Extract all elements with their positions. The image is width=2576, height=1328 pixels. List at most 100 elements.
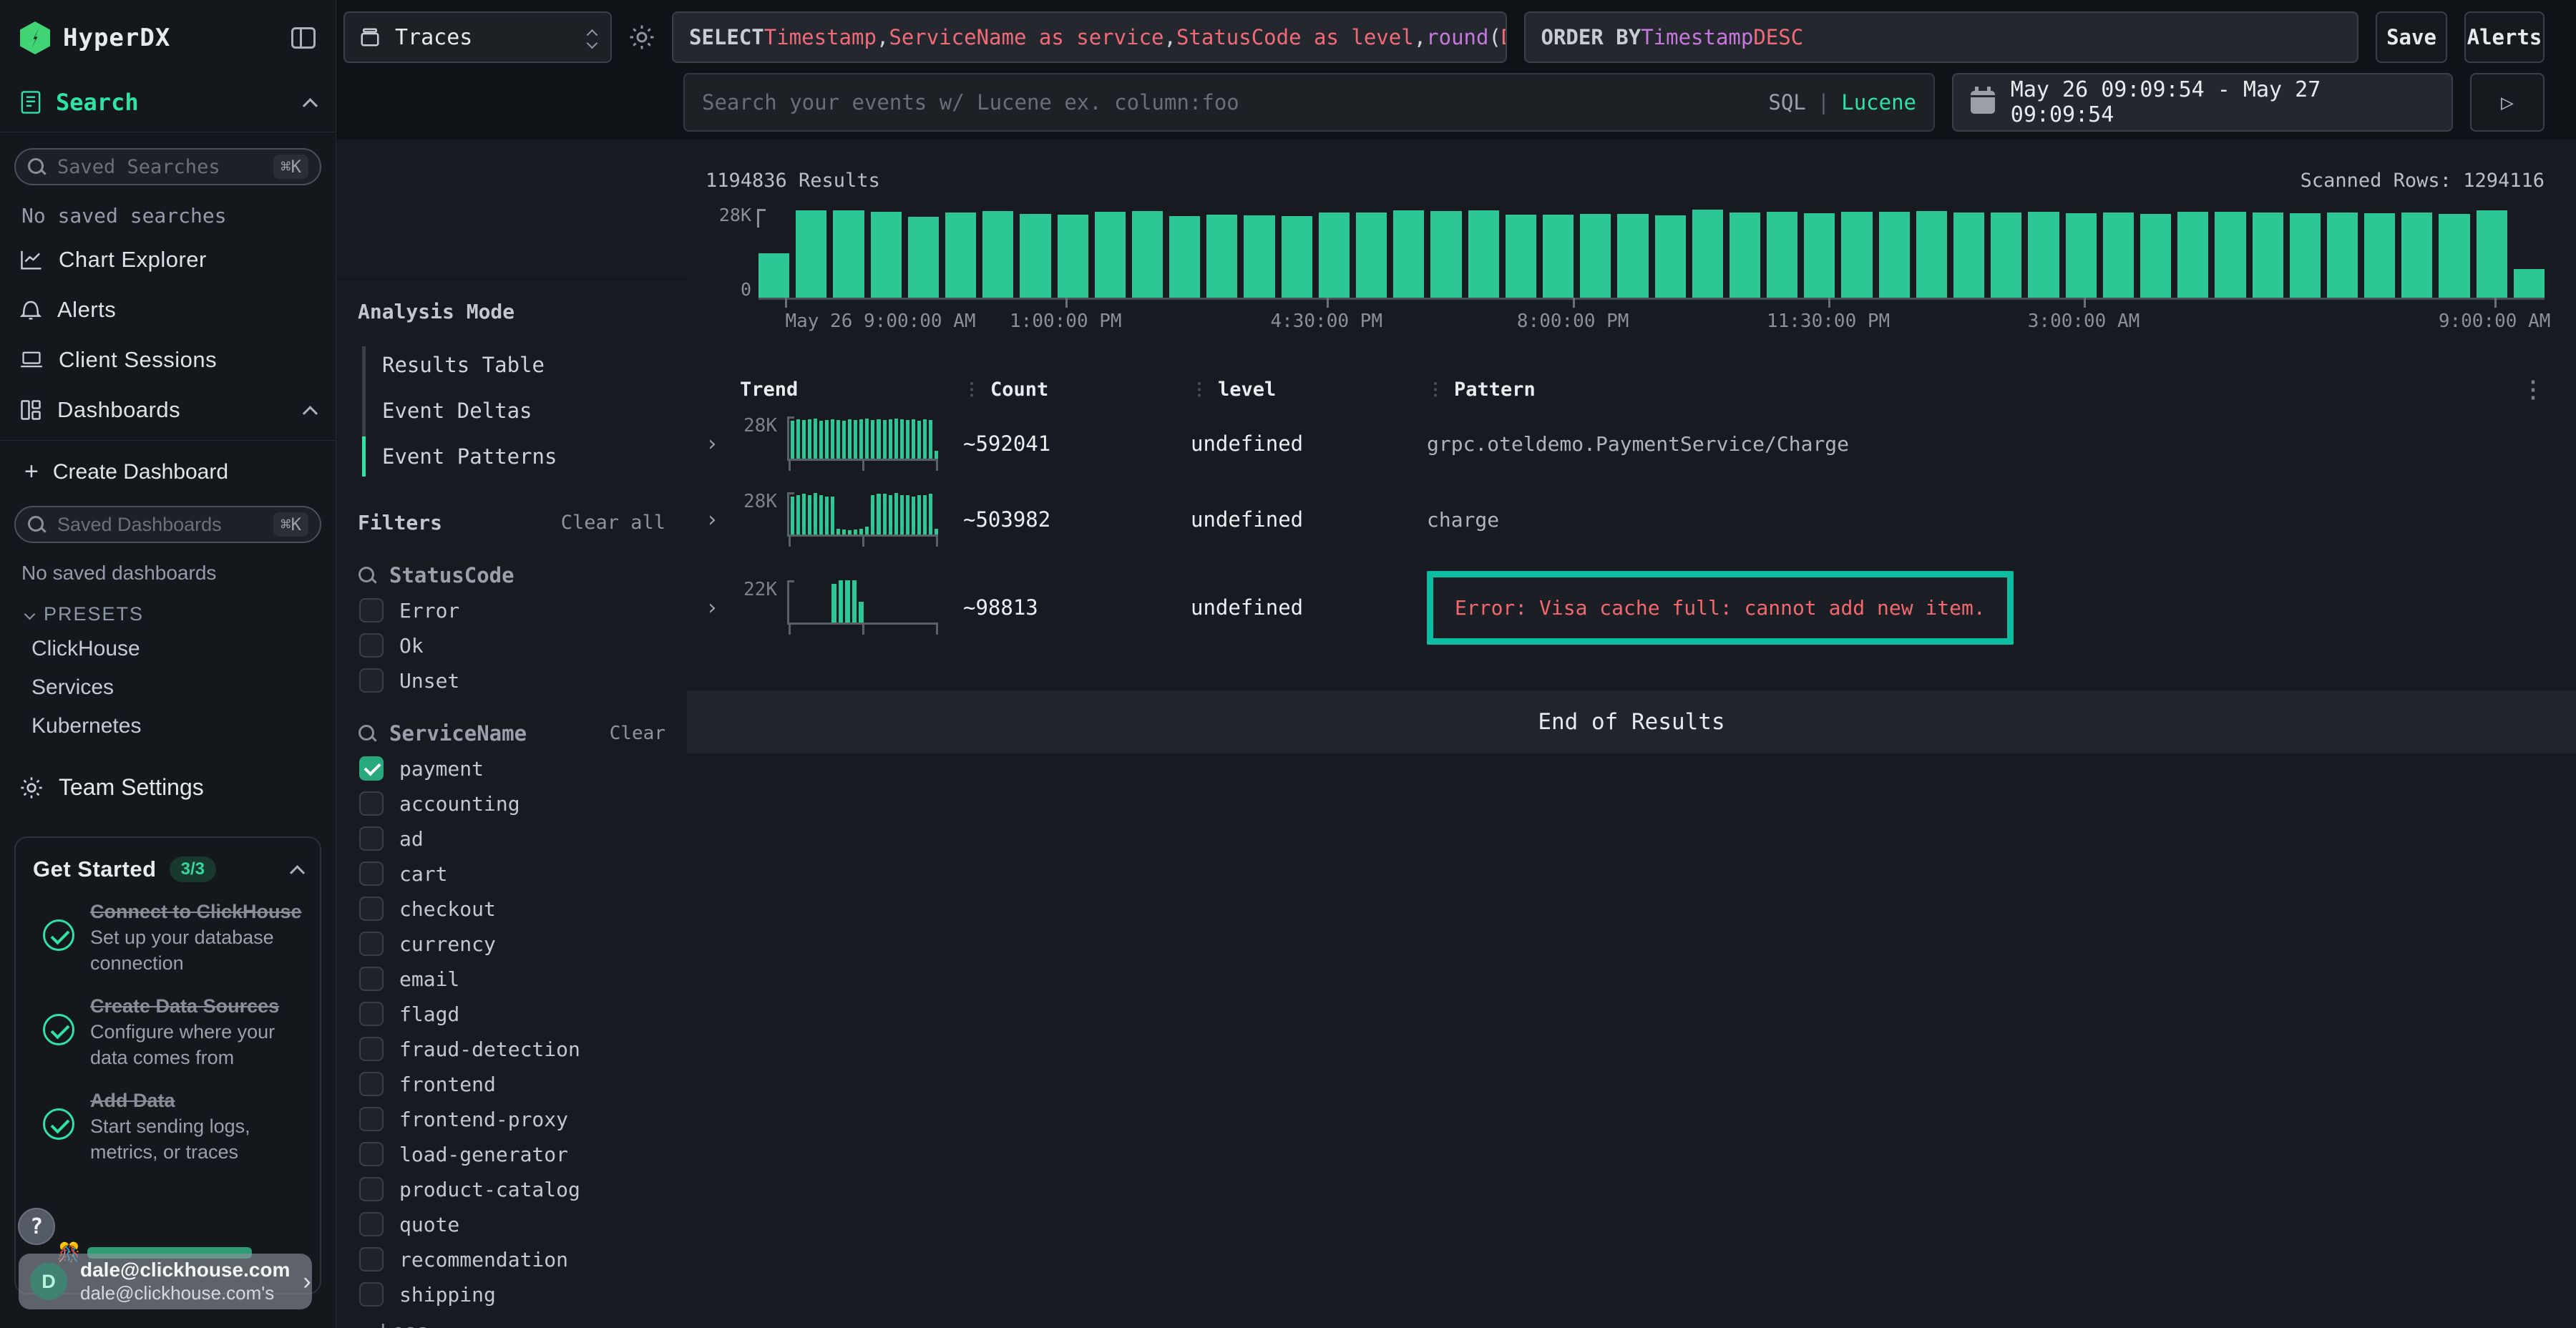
histogram-bar[interactable] <box>1655 215 1686 298</box>
histogram-bar[interactable] <box>1879 212 1910 298</box>
histogram-bar[interactable] <box>1430 211 1461 298</box>
filter-option-recommendation[interactable]: recommendation <box>358 1247 665 1271</box>
saved-dashboards-input[interactable]: Saved Dashboards ⌘K <box>14 506 321 543</box>
histogram-bar[interactable] <box>1132 211 1163 298</box>
order-by-input[interactable]: ORDER BY Timestamp DESC <box>1524 11 2359 63</box>
sidebar-item-alerts[interactable]: Alerts <box>0 285 336 335</box>
histogram-bar[interactable] <box>1058 215 1088 298</box>
histogram-bar[interactable] <box>1282 216 1312 298</box>
unchecked-checkbox[interactable] <box>359 1037 384 1061</box>
filter-option-product-catalog[interactable]: product-catalog <box>358 1177 665 1201</box>
highlighted-pattern-box[interactable]: Error: Visa cache full: cannot add new i… <box>1427 571 2014 645</box>
sidebar-item-dashboards[interactable]: Dashboards <box>0 385 336 441</box>
create-dashboard-button[interactable]: + Create Dashboard <box>0 441 336 490</box>
histogram-bar[interactable] <box>871 212 902 298</box>
sidebar-item-chart-explorer[interactable]: Chart Explorer <box>0 235 336 285</box>
filter-option-frontend[interactable]: frontend <box>358 1072 665 1096</box>
histogram-bar[interactable] <box>1580 214 1611 298</box>
histogram-bar[interactable] <box>945 213 976 298</box>
column-handle-icon[interactable]: ⋮ <box>1427 381 1444 398</box>
filter-option-flagd[interactable]: flagd <box>358 1002 665 1026</box>
expand-row-chevron-icon[interactable]: › <box>706 431 740 456</box>
presets-toggle[interactable]: PRESETS <box>0 592 336 630</box>
saved-searches-input[interactable]: Saved Searches ⌘K <box>14 148 321 185</box>
sidebar-item-client-sessions[interactable]: Client Sessions <box>0 335 336 385</box>
filter-option-ad[interactable]: ad <box>358 826 665 851</box>
histogram-bar[interactable] <box>758 253 789 298</box>
filter-option-load-generator[interactable]: load-generator <box>358 1142 665 1166</box>
source-settings-gear-icon[interactable] <box>629 24 655 50</box>
run-query-button[interactable]: ▷ <box>2470 73 2545 132</box>
histogram-bar[interactable] <box>1095 212 1126 298</box>
histogram-bar[interactable] <box>1841 212 1872 298</box>
histogram-bar[interactable] <box>1729 213 1760 298</box>
histogram-bar[interactable] <box>2364 213 2395 298</box>
checked-checkbox[interactable] <box>359 756 384 781</box>
histogram-bar[interactable] <box>982 211 1013 298</box>
histogram-bar[interactable] <box>1319 213 1350 298</box>
histogram-bar[interactable] <box>2477 210 2507 298</box>
filter-option-email[interactable]: email <box>358 967 665 991</box>
histogram-bar[interactable] <box>1169 216 1200 298</box>
filter-option-error[interactable]: Error <box>358 598 665 622</box>
unchecked-checkbox[interactable] <box>359 1247 384 1271</box>
sidebar-collapse-icon[interactable] <box>291 27 316 49</box>
histogram-bar[interactable] <box>1206 215 1237 298</box>
histogram-bar[interactable] <box>833 210 864 298</box>
analysis-mode-results-table[interactable]: Results Table <box>382 342 665 388</box>
alerts-button[interactable]: Alerts <box>2464 11 2545 63</box>
histogram-bar[interactable] <box>2514 269 2545 298</box>
unchecked-checkbox[interactable] <box>359 826 384 851</box>
unchecked-checkbox[interactable] <box>359 861 384 886</box>
histogram-bar[interactable] <box>1244 215 1274 298</box>
pattern-row[interactable]: ›28K~503982undefinedcharge <box>706 482 2545 557</box>
unchecked-checkbox[interactable] <box>359 1072 384 1096</box>
unchecked-checkbox[interactable] <box>359 932 384 956</box>
histogram-bar[interactable] <box>2401 213 2432 298</box>
unchecked-checkbox[interactable] <box>359 1177 384 1201</box>
language-toggle-lucene[interactable]: Lucene <box>1841 90 1916 114</box>
unchecked-checkbox[interactable] <box>359 1212 384 1236</box>
source-select[interactable]: Traces <box>343 11 612 63</box>
histogram-bar[interactable] <box>1617 214 1648 298</box>
filter-option-quote[interactable]: quote <box>358 1212 665 1236</box>
histogram-bar[interactable] <box>2327 213 2358 298</box>
get-started-item[interactable]: Add Data Start sending logs, metrics, or… <box>43 1090 303 1166</box>
histogram-bar[interactable] <box>2103 213 2134 298</box>
histogram-bar[interactable] <box>1916 211 1947 298</box>
expand-row-chevron-icon[interactable]: › <box>706 507 740 532</box>
filter-option-unset[interactable]: Unset <box>358 668 665 693</box>
sql-select-input[interactable]: SELECT Timestamp, ServiceName as service… <box>672 11 1507 63</box>
histogram-bar[interactable] <box>1804 213 1835 298</box>
pattern-row[interactable]: ›28K~592041undefinedgrpc.oteldemo.Paymen… <box>706 406 2545 482</box>
preset-kubernetes[interactable]: Kubernetes <box>0 707 336 746</box>
help-button[interactable]: ? <box>18 1208 55 1245</box>
pattern-row[interactable]: ›22K~98813undefinedError: Visa cache ful… <box>706 557 2545 658</box>
unchecked-checkbox[interactable] <box>359 633 384 658</box>
preset-clickhouse[interactable]: ClickHouse <box>0 630 336 668</box>
filter-option-frontend-proxy[interactable]: frontend-proxy <box>358 1107 665 1131</box>
histogram-bar[interactable] <box>1020 214 1050 298</box>
histogram-bar[interactable] <box>1356 213 1387 298</box>
column-handle-icon[interactable]: ⋮ <box>1191 381 1208 398</box>
analysis-mode-event-deltas[interactable]: Event Deltas <box>382 388 665 434</box>
user-menu[interactable]: D dale@clickhouse.com dale@clickhouse.co… <box>19 1254 312 1309</box>
get-started-item[interactable]: Connect to ClickHouse Set up your databa… <box>43 901 303 977</box>
unchecked-checkbox[interactable] <box>359 1282 384 1307</box>
histogram-bar[interactable] <box>1543 215 1574 298</box>
histogram-bar[interactable] <box>2066 213 2097 298</box>
histogram-bar[interactable] <box>2290 213 2321 298</box>
search-icon[interactable] <box>358 566 376 585</box>
sidebar-item-team-settings[interactable]: Team Settings <box>0 746 336 815</box>
unchecked-checkbox[interactable] <box>359 967 384 991</box>
column-header-level[interactable]: level <box>1218 379 1276 401</box>
histogram-bar[interactable] <box>1692 210 1723 298</box>
get-started-item[interactable]: Create Data Sources Configure where your… <box>43 995 303 1071</box>
histogram-bar[interactable] <box>2215 212 2245 298</box>
expand-row-chevron-icon[interactable]: › <box>706 595 740 620</box>
unchecked-checkbox[interactable] <box>359 1002 384 1026</box>
filter-option-fraud-detection[interactable]: fraud-detection <box>358 1037 665 1061</box>
unchecked-checkbox[interactable] <box>359 1107 384 1131</box>
histogram-bar[interactable] <box>2028 212 2059 298</box>
histogram-bar[interactable] <box>796 210 826 298</box>
